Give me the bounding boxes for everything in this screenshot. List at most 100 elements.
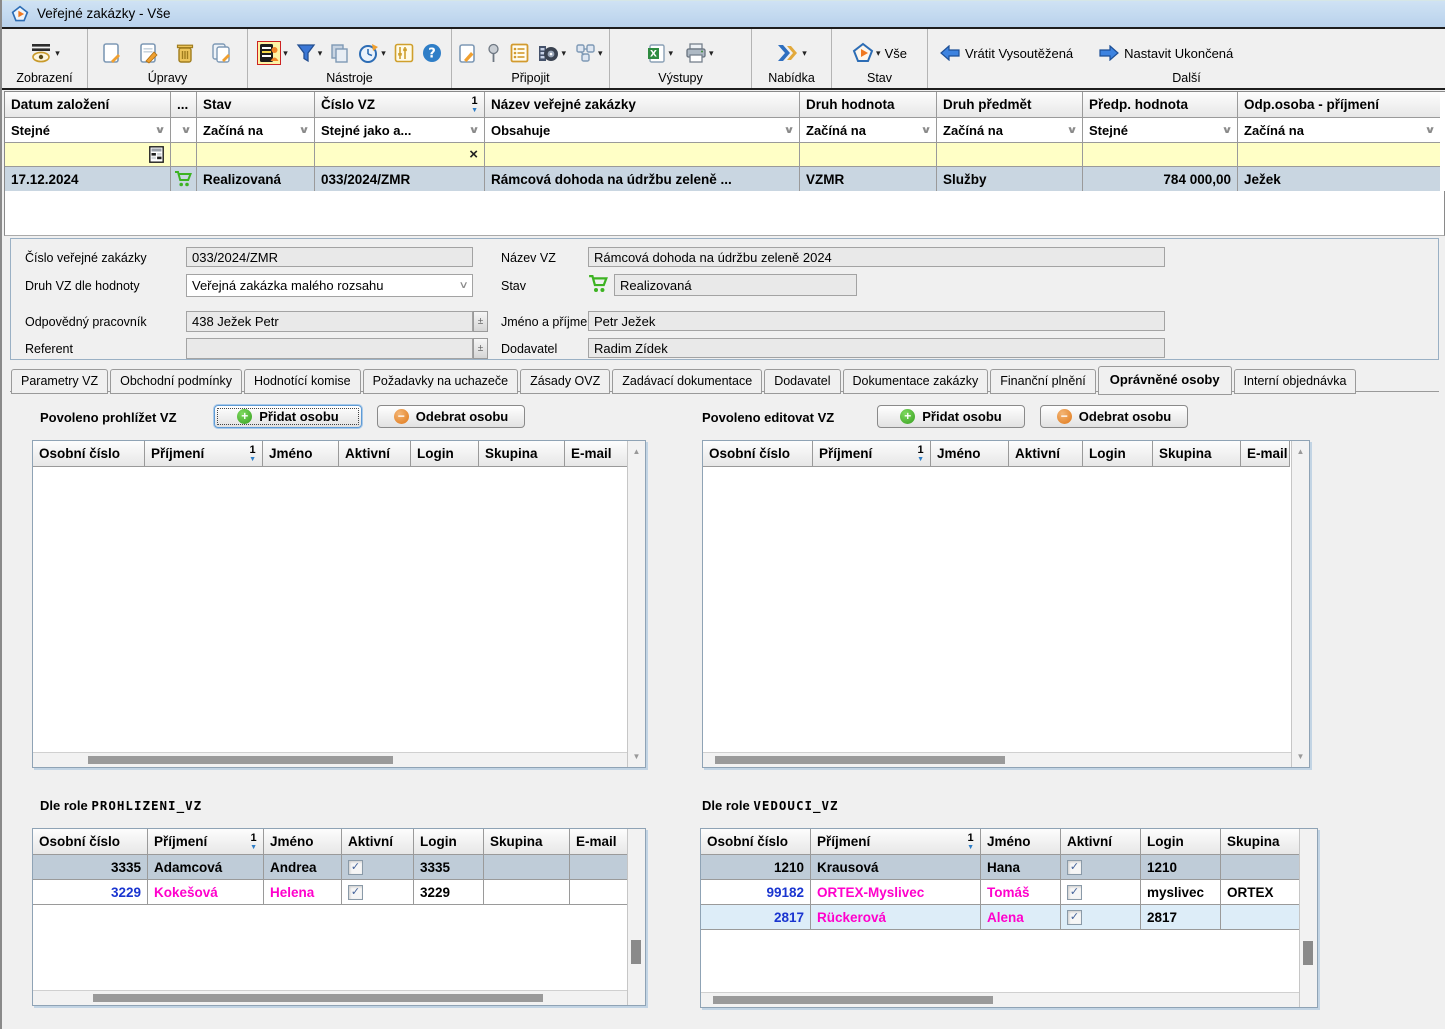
new-record-button[interactable] (102, 42, 122, 64)
clear-filter-icon[interactable]: × (469, 146, 478, 163)
vertical-scrollbar[interactable]: ▲▼ (627, 441, 645, 767)
vratit-vysoutezena-button[interactable]: Vrátit Vysoutěžená (940, 45, 1073, 61)
person-row[interactable]: 3229 Kokešová Helena ✓ 3229 (33, 880, 627, 905)
state-filter-button[interactable]: ▾ (852, 42, 881, 64)
tab-parametry-vz[interactable]: Parametry VZ (11, 369, 108, 394)
filter-odp-osoba[interactable]: Začíná na∨ (1238, 118, 1440, 143)
col-osobni-cislo[interactable]: Osobní číslo (703, 441, 813, 467)
offer-menu-button[interactable]: ▾ (776, 43, 807, 63)
scroll-down-icon[interactable]: ▼ (628, 752, 645, 761)
vertical-scrollbar[interactable]: ▲▼ (1291, 441, 1309, 767)
list-button[interactable] (510, 43, 529, 63)
referent-field[interactable] (186, 338, 473, 359)
col-jmeno[interactable]: Jméno (263, 441, 339, 467)
col-login[interactable]: Login (414, 829, 484, 855)
filter-button[interactable]: ▾ (296, 43, 323, 63)
person-row[interactable]: 3335 Adamcová Andrea ✓ 3335 (33, 855, 627, 880)
osoba-field[interactable]: Petr Ježek (588, 311, 1165, 331)
col-jmeno[interactable]: Jméno (981, 829, 1061, 855)
tab-interni-objednavka[interactable]: Interní objednávka (1234, 369, 1357, 394)
active-checkbox[interactable]: ✓ (1067, 885, 1082, 900)
filter-value-stav[interactable] (197, 143, 315, 167)
filter-druh-hodnota[interactable]: Začíná na∨ (800, 118, 937, 143)
col-login[interactable]: Login (1083, 441, 1153, 467)
tab-zadavaci-dokumentace[interactable]: Zadávací dokumentace (612, 369, 762, 394)
person-row[interactable]: 2817 Rückerová Alena ✓ 2817 (701, 905, 1299, 930)
col-skupina[interactable]: Skupina (479, 441, 565, 467)
referent-lookup-button[interactable]: ± (473, 338, 488, 359)
tab-zasady-ovz[interactable]: Zásady OVZ (520, 369, 610, 394)
filter-value-cislo[interactable]: × (315, 143, 485, 167)
col-login[interactable]: Login (1141, 829, 1221, 855)
media-disc-button[interactable]: ▾ (538, 43, 566, 64)
pin-button[interactable] (486, 43, 501, 64)
druh-vz-select[interactable]: Veřejná zakázka malého rozsahu∨ (186, 274, 473, 297)
filter-stav[interactable]: Začíná na∨ (197, 118, 315, 143)
col-skupina[interactable]: Skupina (484, 829, 570, 855)
add-person-view-button[interactable]: +Přidat osobu (214, 405, 362, 428)
person-row[interactable]: 1210 Krausová Hana ✓ 1210 (701, 855, 1299, 880)
col-email[interactable]: E-mail (570, 829, 628, 855)
col-aktivni[interactable]: Aktivní (1009, 441, 1083, 467)
col-aktivni[interactable]: Aktivní (342, 829, 414, 855)
scroll-up-icon[interactable]: ▲ (1292, 447, 1309, 456)
col-header-nazev[interactable]: Název veřejné zakázky (485, 92, 800, 118)
remove-person-view-button[interactable]: −Odebrat osobu (377, 405, 525, 428)
note-button[interactable] (458, 43, 477, 64)
view-menu-button[interactable]: ▾ (29, 42, 60, 64)
col-osobni-cislo[interactable]: Osobní číslo (33, 441, 145, 467)
col-jmeno[interactable]: Jméno (264, 829, 342, 855)
horizontal-scrollbar[interactable] (33, 752, 627, 767)
scroll-down-icon[interactable]: ▼ (1292, 752, 1309, 761)
filter-cislo[interactable]: Stejné jako a...∨ (315, 118, 485, 143)
help-button[interactable]: ? (422, 43, 442, 63)
filter-value-odp-osoba[interactable] (1238, 143, 1440, 167)
person-row[interactable]: 99182 ORTEX-Myslivec Tomáš ✓ myslivec OR… (701, 880, 1299, 905)
active-checkbox[interactable]: ✓ (348, 860, 363, 875)
links-button[interactable]: ▾ (575, 43, 603, 64)
settings-sliders-button[interactable] (394, 43, 414, 63)
scroll-thumb[interactable] (1303, 941, 1313, 965)
dodavatel-field[interactable]: Radim Zídek (588, 338, 1165, 358)
tab-opravnene-osoby[interactable]: Oprávněné osoby (1098, 366, 1232, 395)
tab-financni-plneni[interactable]: Finanční plnění (990, 369, 1095, 394)
col-aktivni[interactable]: Aktivní (1061, 829, 1141, 855)
filter-datum[interactable]: Stejné∨ (5, 118, 171, 143)
col-jmeno[interactable]: Jméno (931, 441, 1009, 467)
tab-dodavatel[interactable]: Dodavatel (764, 369, 840, 394)
filter-value-nazev[interactable] (485, 143, 800, 167)
active-checkbox[interactable]: ✓ (348, 885, 363, 900)
col-header-druh-hodnota[interactable]: Druh hodnota (800, 92, 937, 118)
add-person-edit-button[interactable]: +Přidat osobu (877, 405, 1025, 428)
cislo-vz-field[interactable]: 033/2024/ZMR (186, 247, 473, 267)
excel-export-button[interactable]: X ▾ (647, 43, 673, 64)
column-settings-button[interactable]: ▾ (257, 41, 288, 65)
col-prijmeni[interactable]: Příjmení1▼ (811, 829, 981, 855)
col-header-dots[interactable]: ... (171, 92, 197, 118)
vertical-scrollbar[interactable] (1299, 829, 1317, 1007)
filter-value-dots[interactable] (171, 143, 197, 167)
history-refresh-button[interactable]: ▾ (358, 43, 386, 64)
col-osobni-cislo[interactable]: Osobní číslo (33, 829, 148, 855)
contract-row[interactable]: 17.12.2024 Realizovaná 033/2024/ZMR Rámc… (5, 167, 1445, 192)
scroll-up-icon[interactable]: ▲ (628, 447, 645, 456)
odpovedny-lookup-button[interactable]: ± (473, 311, 488, 332)
horizontal-scrollbar[interactable] (33, 990, 627, 1005)
tab-pozadavky-na-uchazece[interactable]: Požadavky na uchazeče (363, 369, 519, 394)
col-aktivni[interactable]: Aktivní (339, 441, 411, 467)
filter-dots[interactable]: ∨ (171, 118, 197, 143)
col-header-datum[interactable]: Datum založení (5, 92, 171, 118)
tab-obchodni-podminky[interactable]: Obchodní podmínky (110, 369, 242, 394)
col-prijmeni[interactable]: Příjmení1▼ (145, 441, 263, 467)
col-login[interactable]: Login (411, 441, 479, 467)
remove-person-edit-button[interactable]: −Odebrat osobu (1040, 405, 1188, 428)
nastavit-ukoncena-button[interactable]: Nastavit Ukončená (1099, 45, 1233, 61)
delete-record-button[interactable] (176, 42, 194, 64)
filter-druh-predmet[interactable]: Začíná na∨ (937, 118, 1083, 143)
tab-dokumentace-zakazky[interactable]: Dokumentace zakázky (843, 369, 989, 394)
col-header-odp-osoba[interactable]: Odp.osoba - příjmení (1238, 92, 1440, 118)
tab-hodnotici-komise[interactable]: Hodnotící komise (244, 369, 361, 394)
odpovedny-field[interactable]: 438 Ježek Petr (186, 311, 473, 332)
horizontal-scrollbar[interactable] (701, 992, 1299, 1007)
filter-value-druh-hodnota[interactable] (800, 143, 937, 167)
